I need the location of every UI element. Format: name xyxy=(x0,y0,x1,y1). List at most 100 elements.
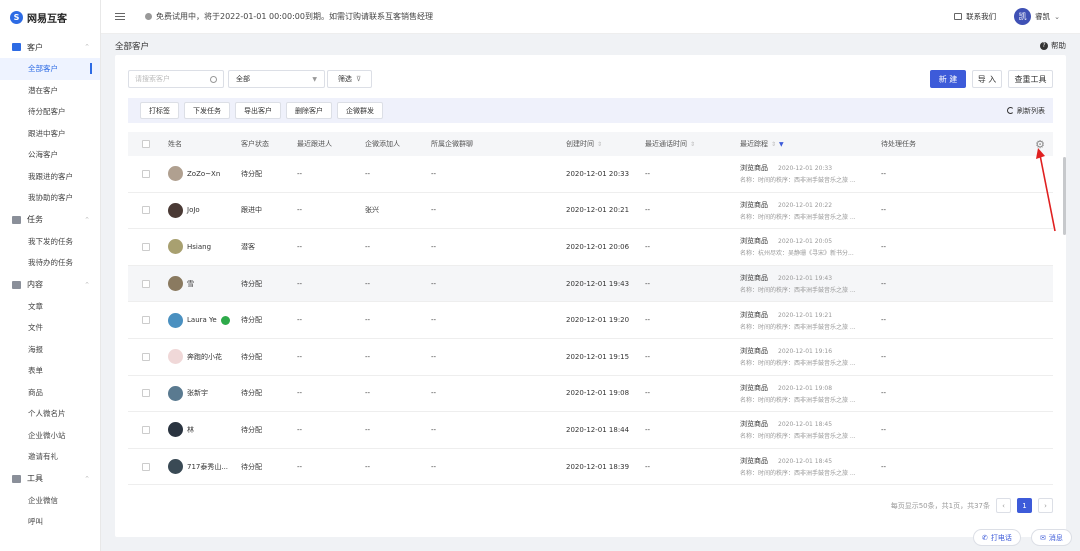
sidebar-item[interactable]: 海报 xyxy=(0,339,100,361)
table-row[interactable]: 张新宇 待分配 -- -- -- 2020-12-01 19:08 -- 浏览商品 2020-1… xyxy=(128,376,1053,413)
sidebar-item[interactable]: 个人微名片 xyxy=(0,403,100,425)
filter-button[interactable]: 筛选 ⊽ xyxy=(327,70,372,88)
row-checkbox[interactable] xyxy=(142,462,150,471)
table-row[interactable]: 717泰秀山... 待分配 -- -- -- 2020-12-01 18:39 -- 浏览商品… xyxy=(128,449,1053,486)
col-last-call[interactable]: 最近通话时间 ⇕ xyxy=(645,139,740,149)
tag-button[interactable]: 打标签 xyxy=(140,102,179,119)
customer-name[interactable]: 林 xyxy=(187,425,194,435)
row-checkbox[interactable] xyxy=(142,352,150,361)
refresh-icon xyxy=(1007,107,1014,114)
sort-icon[interactable]: ⇕ xyxy=(597,141,602,148)
table-row[interactable]: Hsiang 潜客 -- -- -- 2020-12-01 20:06 -- 浏览商品 2020… xyxy=(128,229,1053,266)
customer-name[interactable]: ZoZo~Xn xyxy=(187,170,220,178)
nav-group[interactable]: 工具 ⌃ xyxy=(0,468,100,490)
contact-us-label: 联系我们 xyxy=(966,12,997,21)
sidebar-item[interactable]: 邀请有礼 xyxy=(0,446,100,468)
nav-group[interactable]: 客户 ⌃ xyxy=(0,36,100,58)
sidebar-item[interactable]: 企业微信 xyxy=(0,490,100,512)
menu-toggle-icon[interactable] xyxy=(115,13,125,20)
row-checkbox[interactable] xyxy=(142,389,150,398)
status-select[interactable]: 全部 ▼ xyxy=(228,70,325,88)
pagination-summary: 每页显示50条，共1页，共37条 xyxy=(890,501,990,510)
added-by: -- xyxy=(365,389,371,398)
customer-name[interactable]: 奔跑的小花 xyxy=(187,352,222,362)
row-checkbox[interactable] xyxy=(142,169,150,178)
new-customer-button[interactable]: 新 建 xyxy=(930,70,966,88)
import-button[interactable]: 导 入 xyxy=(972,70,1002,88)
sidebar-item[interactable]: 我协助的客户 xyxy=(0,187,100,209)
sidebar-item[interactable]: 跟进中客户 xyxy=(0,123,100,145)
scrollbar[interactable] xyxy=(1063,157,1066,235)
customer-name[interactable]: 717泰秀山... xyxy=(187,462,228,472)
filter-icon[interactable]: ▼ xyxy=(779,141,784,148)
sidebar-item[interactable]: 商品 xyxy=(0,382,100,404)
sidebar-item[interactable]: 我待办的任务 xyxy=(0,252,100,274)
sort-icon[interactable]: ⇕ xyxy=(771,141,776,148)
sidebar-item[interactable]: 呼叫 xyxy=(0,511,100,533)
contact-us-link[interactable]: 联系我们 xyxy=(954,11,996,22)
row-checkbox[interactable] xyxy=(142,316,150,325)
customer-name[interactable]: 张新宇 xyxy=(187,388,208,398)
dedupe-tool-button[interactable]: 查重工具 xyxy=(1008,70,1053,88)
customer-name[interactable]: Laura Ye xyxy=(187,316,217,324)
row-checkbox[interactable] xyxy=(142,242,150,251)
call-label: 打电话 xyxy=(990,533,1012,542)
table-row[interactable]: Laura Ye 待分配 -- -- -- 2020-12-01 19:20 -- 浏览商品 2… xyxy=(128,302,1053,339)
nav-group[interactable]: 内容 ⌃ xyxy=(0,274,100,296)
customer-name[interactable]: JoJo xyxy=(187,206,200,214)
sidebar-item[interactable]: 潜在客户 xyxy=(0,80,100,102)
prev-page-button[interactable]: ‹ xyxy=(996,498,1011,513)
delete-button[interactable]: 删除客户 xyxy=(286,102,332,119)
sidebar-item[interactable]: 我跟进的客户 xyxy=(0,166,100,188)
assign-task-button[interactable]: 下发任务 xyxy=(184,102,230,119)
created-time: 2020-12-01 20:06 xyxy=(566,242,630,251)
customer-name[interactable]: Hsiang xyxy=(187,243,211,251)
follower: -- xyxy=(297,242,303,251)
sidebar-item[interactable]: 待分配客户 xyxy=(0,101,100,123)
row-checkbox[interactable] xyxy=(142,206,150,215)
select-all-checkbox[interactable] xyxy=(142,140,150,148)
avatar xyxy=(168,166,183,182)
sidebar-item[interactable]: 文件 xyxy=(0,317,100,339)
avatar xyxy=(168,276,183,292)
user-menu[interactable]: 凯 睿凯 ⌄ xyxy=(1014,8,1060,25)
table-row[interactable]: 奔跑的小花 待分配 -- -- -- 2020-12-01 19:15 -- 浏览商品 2020… xyxy=(128,339,1053,376)
last-call-time: -- xyxy=(645,462,651,471)
sort-icon[interactable]: ⇕ xyxy=(690,141,695,148)
call-button[interactable]: ✆ 打电话 xyxy=(973,529,1021,546)
nav-group[interactable]: 任务 ⌃ xyxy=(0,209,100,231)
app-logo[interactable]: S 网易互客 xyxy=(0,0,100,34)
table-row[interactable]: ZoZo~Xn 待分配 -- -- -- 2020-12-01 20:33 -- 浏览商品 20… xyxy=(128,156,1053,193)
sidebar-item[interactable]: 全部客户 xyxy=(0,58,100,80)
col-created[interactable]: 创建时间 ⇕ xyxy=(566,139,645,149)
customer-name[interactable]: 雪 xyxy=(187,279,194,289)
mass-message-button[interactable]: 企微群发 xyxy=(337,102,383,119)
refresh-list-button[interactable]: 刷新列表 xyxy=(1007,106,1045,116)
added-by: -- xyxy=(365,279,371,288)
sidebar-item[interactable]: 表单 xyxy=(0,360,100,382)
search-input[interactable]: 请搜索客户 xyxy=(128,70,224,88)
table-row[interactable]: 林 待分配 -- -- -- 2020-12-01 18:44 -- 浏览商品 2020-12-… xyxy=(128,412,1053,449)
page-button[interactable]: 1 xyxy=(1017,498,1032,513)
col-track[interactable]: 最近踪程 ⇕ ▼ xyxy=(740,139,881,149)
sidebar-item[interactable]: 企业微小站 xyxy=(0,425,100,447)
col-group: 所属企微群聊 xyxy=(431,140,473,148)
group-chat: -- xyxy=(431,389,437,398)
customer-status: 待分配 xyxy=(241,316,262,325)
row-checkbox[interactable] xyxy=(142,279,150,288)
row-checkbox[interactable] xyxy=(142,425,150,434)
next-page-button[interactable]: › xyxy=(1038,498,1053,513)
sidebar-item[interactable]: 公海客户 xyxy=(0,144,100,166)
group-chat: -- xyxy=(431,206,437,215)
export-button[interactable]: 导出客户 xyxy=(235,102,281,119)
nav-group-label: 工具 xyxy=(27,474,43,483)
group-chat: -- xyxy=(431,279,437,288)
content-icon xyxy=(12,280,21,289)
sidebar-item[interactable]: 文章 xyxy=(0,296,100,318)
message-button[interactable]: ✉ 消息 xyxy=(1031,529,1072,546)
funnel-icon: ⊽ xyxy=(355,75,362,83)
table-row[interactable]: 雪 待分配 -- -- -- 2020-12-01 19:43 -- 浏览商品 2020-12-… xyxy=(128,265,1053,303)
sidebar-item[interactable]: 我下发的任务 xyxy=(0,231,100,253)
help-link[interactable]: ? 帮助 xyxy=(1040,40,1066,51)
table-row[interactable]: JoJo 跟进中 -- 张兴 -- 2020-12-01 20:21 -- 浏览商品 2020-… xyxy=(128,193,1053,230)
